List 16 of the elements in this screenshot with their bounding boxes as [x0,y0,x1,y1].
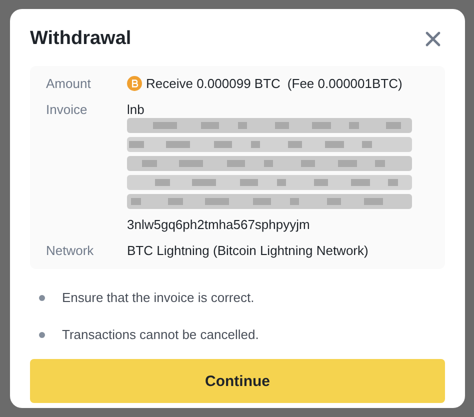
note-text: Ensure that the invoice is correct. [62,290,254,305]
close-icon[interactable] [425,31,441,47]
invoice-text: lnb [127,102,144,117]
continue-button[interactable]: Continue [30,359,445,403]
amount-text: Receive 0.000099 BTC [146,75,280,92]
detail-label: Amount [46,75,92,92]
fee-text: (Fee 0.000001BTC) [287,75,402,92]
detail-label: Invoice [46,101,88,119]
bullet-icon [39,294,45,300]
network-text: BTC Lightning (Bitcoin Lightning Network) [127,242,368,259]
bullet-icon [39,332,45,338]
detail-label: Network [46,242,95,259]
dialog-title: Withdrawal [30,28,132,50]
invoice-text: 3nlw5gq6ph2tmha567sphpyyjm [127,216,310,233]
coin-icon [127,76,142,91]
note-text: Transactions cannot be cancelled. [62,327,259,342]
